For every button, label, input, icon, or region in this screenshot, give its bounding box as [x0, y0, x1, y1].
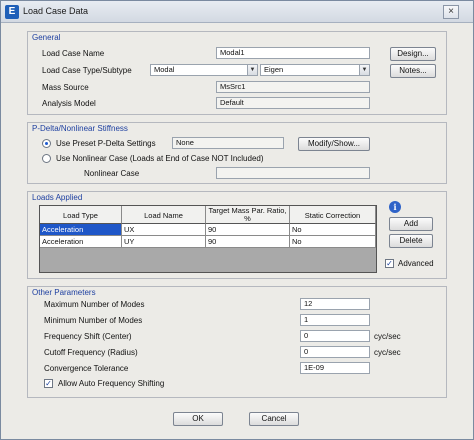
add-button[interactable]: Add	[389, 217, 433, 231]
load-case-subtype-select[interactable]: Eigen ▼	[260, 64, 370, 76]
table-cell[interactable]: No	[290, 236, 376, 248]
frequency-shift-input[interactable]: 0	[300, 330, 370, 342]
table-cell[interactable]: Acceleration	[40, 224, 122, 236]
preset-pdelta-label: Use Preset P-Delta Settings	[56, 139, 156, 148]
max-modes-label: Maximum Number of Modes	[44, 300, 145, 309]
analysis-model-field[interactable]: Default	[216, 97, 370, 109]
load-case-type-label: Load Case Type/Subtype	[42, 66, 132, 75]
title-bar[interactable]: E Load Case Data ×	[1, 1, 473, 23]
pdelta-title: P-Delta/Nonlinear Stiffness	[32, 124, 128, 133]
convergence-tolerance-input[interactable]: 1E-09	[300, 362, 370, 374]
advanced-checkbox[interactable]: ✓	[385, 259, 394, 268]
cutoff-frequency-unit: cyc/sec	[374, 348, 401, 357]
auto-frequency-shift-checkbox[interactable]: ✓	[44, 379, 53, 388]
nonlinear-case-field[interactable]	[216, 167, 370, 179]
chevron-down-icon[interactable]: ▼	[247, 65, 257, 75]
preset-pdelta-value: None	[172, 137, 284, 149]
modify-show-button[interactable]: Modify/Show...	[298, 137, 370, 151]
cancel-button[interactable]: Cancel	[249, 412, 299, 426]
nonlinear-case-label: Nonlinear Case	[84, 169, 140, 178]
load-case-type-value: Modal	[154, 65, 175, 74]
loads-table: Load Type Load Name Target Mass Par. Rat…	[39, 205, 377, 273]
max-modes-input[interactable]: 12	[300, 298, 370, 310]
min-modes-input[interactable]: 1	[300, 314, 370, 326]
load-case-type-select[interactable]: Modal ▼	[150, 64, 258, 76]
app-logo-icon: E	[5, 5, 19, 19]
other-parameters-group: Other Parameters Maximum Number of Modes…	[27, 286, 447, 398]
info-icon[interactable]: i	[389, 201, 401, 213]
nonlinear-case-radio[interactable]	[42, 154, 51, 163]
cutoff-frequency-input[interactable]: 0	[300, 346, 370, 358]
load-case-name-label: Load Case Name	[42, 49, 105, 58]
auto-frequency-shift-label: Allow Auto Frequency Shifting	[58, 379, 165, 388]
column-header: Static Correction	[290, 206, 376, 224]
delete-button[interactable]: Delete	[389, 234, 433, 248]
loads-applied-title: Loads Applied	[32, 193, 83, 202]
other-parameters-title: Other Parameters	[32, 288, 96, 297]
min-modes-label: Minimum Number of Modes	[44, 316, 143, 325]
analysis-model-label: Analysis Model	[42, 99, 96, 108]
table-cell[interactable]: No	[290, 224, 376, 236]
pdelta-group: P-Delta/Nonlinear Stiffness Use Preset P…	[27, 122, 447, 184]
load-case-subtype-value: Eigen	[264, 65, 284, 74]
advanced-label: Advanced	[398, 259, 434, 268]
load-case-name-input[interactable]: Modal1	[216, 47, 370, 59]
frequency-shift-unit: cyc/sec	[374, 332, 401, 341]
close-button[interactable]: ×	[443, 5, 459, 19]
convergence-tolerance-label: Convergence Tolerance	[44, 364, 129, 373]
ok-button[interactable]: OK	[173, 412, 223, 426]
mass-source-field[interactable]: MsSrc1	[216, 81, 370, 93]
table-cell[interactable]: UX	[122, 224, 206, 236]
general-group: General Load Case Name Modal1 Design... …	[27, 31, 447, 115]
load-case-data-dialog: E Load Case Data × General Load Case Nam…	[0, 0, 474, 440]
dialog-title: Load Case Data	[23, 6, 89, 16]
column-header: Load Type	[40, 206, 122, 224]
table-cell[interactable]: Acceleration	[40, 236, 122, 248]
notes-button[interactable]: Notes...	[390, 64, 436, 78]
design-button[interactable]: Design...	[390, 47, 436, 61]
table-cell[interactable]: 90	[206, 236, 290, 248]
preset-pdelta-radio[interactable]	[42, 139, 51, 148]
mass-source-label: Mass Source	[42, 83, 89, 92]
frequency-shift-label: Frequency Shift (Center)	[44, 332, 132, 341]
table-cell[interactable]: 90	[206, 224, 290, 236]
general-title: General	[32, 33, 61, 42]
chevron-down-icon[interactable]: ▼	[359, 65, 369, 75]
nonlinear-case-option-label: Use Nonlinear Case (Loads at End of Case…	[56, 154, 264, 163]
table-cell[interactable]: UY	[122, 236, 206, 248]
column-header: Target Mass Par. Ratio, %	[206, 206, 290, 224]
column-header: Load Name	[122, 206, 206, 224]
cutoff-frequency-label: Cutoff Frequency (Radius)	[44, 348, 138, 357]
